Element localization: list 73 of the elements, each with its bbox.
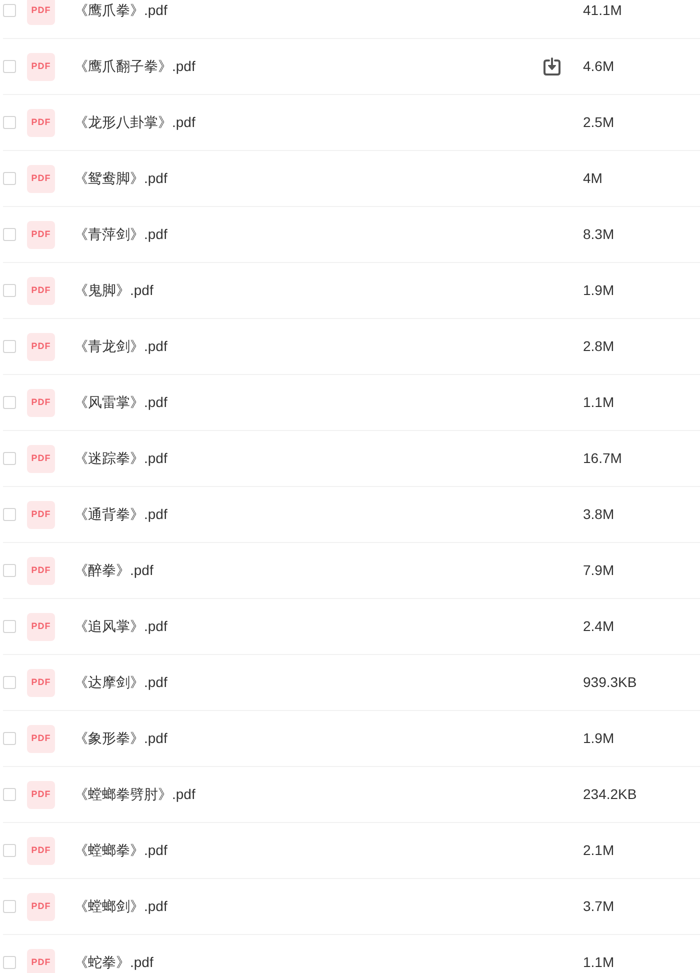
file-name[interactable]: 《象形拳》.pdf [74,730,168,746]
file-size: 2.5M [583,114,614,130]
pdf-badge: PDF [27,276,55,304]
file-name[interactable]: 《螳螂拳》.pdf [74,842,168,858]
file-size: 2.1M [583,842,614,858]
checkbox[interactable] [3,900,16,913]
file-size: 3.8M [583,506,614,522]
pdf-badge: PDF [27,332,55,360]
checkbox[interactable] [3,4,16,17]
pdf-badge: PDF [27,556,55,584]
file-size: 1.1M [583,394,614,410]
pdf-badge: PDF [27,164,55,192]
checkbox[interactable] [3,452,16,465]
file-size: 4.6M [583,58,614,74]
file-size: 2.8M [583,338,614,354]
checkbox[interactable] [3,620,16,633]
file-size: 16.7M [583,450,622,466]
file-name[interactable]: 《风雷掌》.pdf [74,394,168,410]
pdf-badge: PDF [27,780,55,808]
file-name[interactable]: 《鹰爪拳》.pdf [74,2,168,18]
pdf-badge: PDF [27,52,55,80]
file-name[interactable]: 《通背拳》.pdf [74,506,168,522]
checkbox[interactable] [3,956,16,969]
checkbox[interactable] [3,788,16,801]
file-size: 1.1M [583,954,614,970]
file-size: 8.3M [583,226,614,242]
pdf-badge: PDF [27,0,55,24]
checkbox[interactable] [3,284,16,297]
checkbox[interactable] [3,844,16,857]
pdf-badge: PDF [27,444,55,472]
checkbox[interactable] [3,676,16,689]
file-size: 41.1M [583,2,622,18]
pdf-badge: PDF [27,612,55,640]
file-name[interactable]: 《青龙剑》.pdf [74,338,168,354]
file-size: 7.9M [583,562,614,578]
checkbox[interactable] [3,508,16,521]
file-name[interactable]: 《鬼脚》.pdf [74,282,154,298]
file-name[interactable]: 《螳螂剑》.pdf [74,898,168,914]
checkbox[interactable] [3,340,16,353]
checkbox[interactable] [3,396,16,409]
file-size: 1.9M [583,282,614,298]
file-size: 3.7M [583,898,614,914]
checkbox[interactable] [3,116,16,129]
file-name[interactable]: 《迷踪拳》.pdf [74,450,168,466]
file-name[interactable]: 《青萍剑》.pdf [74,226,168,242]
checkbox[interactable] [3,60,16,73]
file-name[interactable]: 《鹰爪翻子拳》.pdf [74,58,196,74]
pdf-badge: PDF [27,724,55,752]
download-icon[interactable] [542,56,562,76]
checkbox[interactable] [3,172,16,185]
file-name[interactable]: 《龙形八卦掌》.pdf [74,114,196,130]
file-name[interactable]: 《追风掌》.pdf [74,618,168,634]
pdf-badge: PDF [27,388,55,416]
file-size: 4M [583,170,602,186]
pdf-badge: PDF [27,220,55,248]
checkbox[interactable] [3,732,16,745]
checkbox[interactable] [3,228,16,241]
pdf-badge: PDF [27,836,55,864]
file-size: 939.3KB [583,674,637,690]
pdf-badge: PDF [27,892,55,920]
file-name[interactable]: 《鸳鸯脚》.pdf [74,170,168,186]
pdf-badge: PDF [27,668,55,696]
pdf-badge: PDF [27,500,55,528]
file-name[interactable]: 《蛇拳》.pdf [74,954,154,970]
file-size: 2.4M [583,618,614,634]
file-size: 1.9M [583,730,614,746]
file-size: 234.2KB [583,786,637,802]
file-name[interactable]: 《醉拳》.pdf [74,562,154,578]
pdf-badge: PDF [27,948,55,973]
file-name[interactable]: 《达摩剑》.pdf [74,674,168,690]
file-name[interactable]: 《螳螂拳劈肘》.pdf [74,786,196,802]
checkbox[interactable] [3,564,16,577]
pdf-badge: PDF [27,108,55,136]
